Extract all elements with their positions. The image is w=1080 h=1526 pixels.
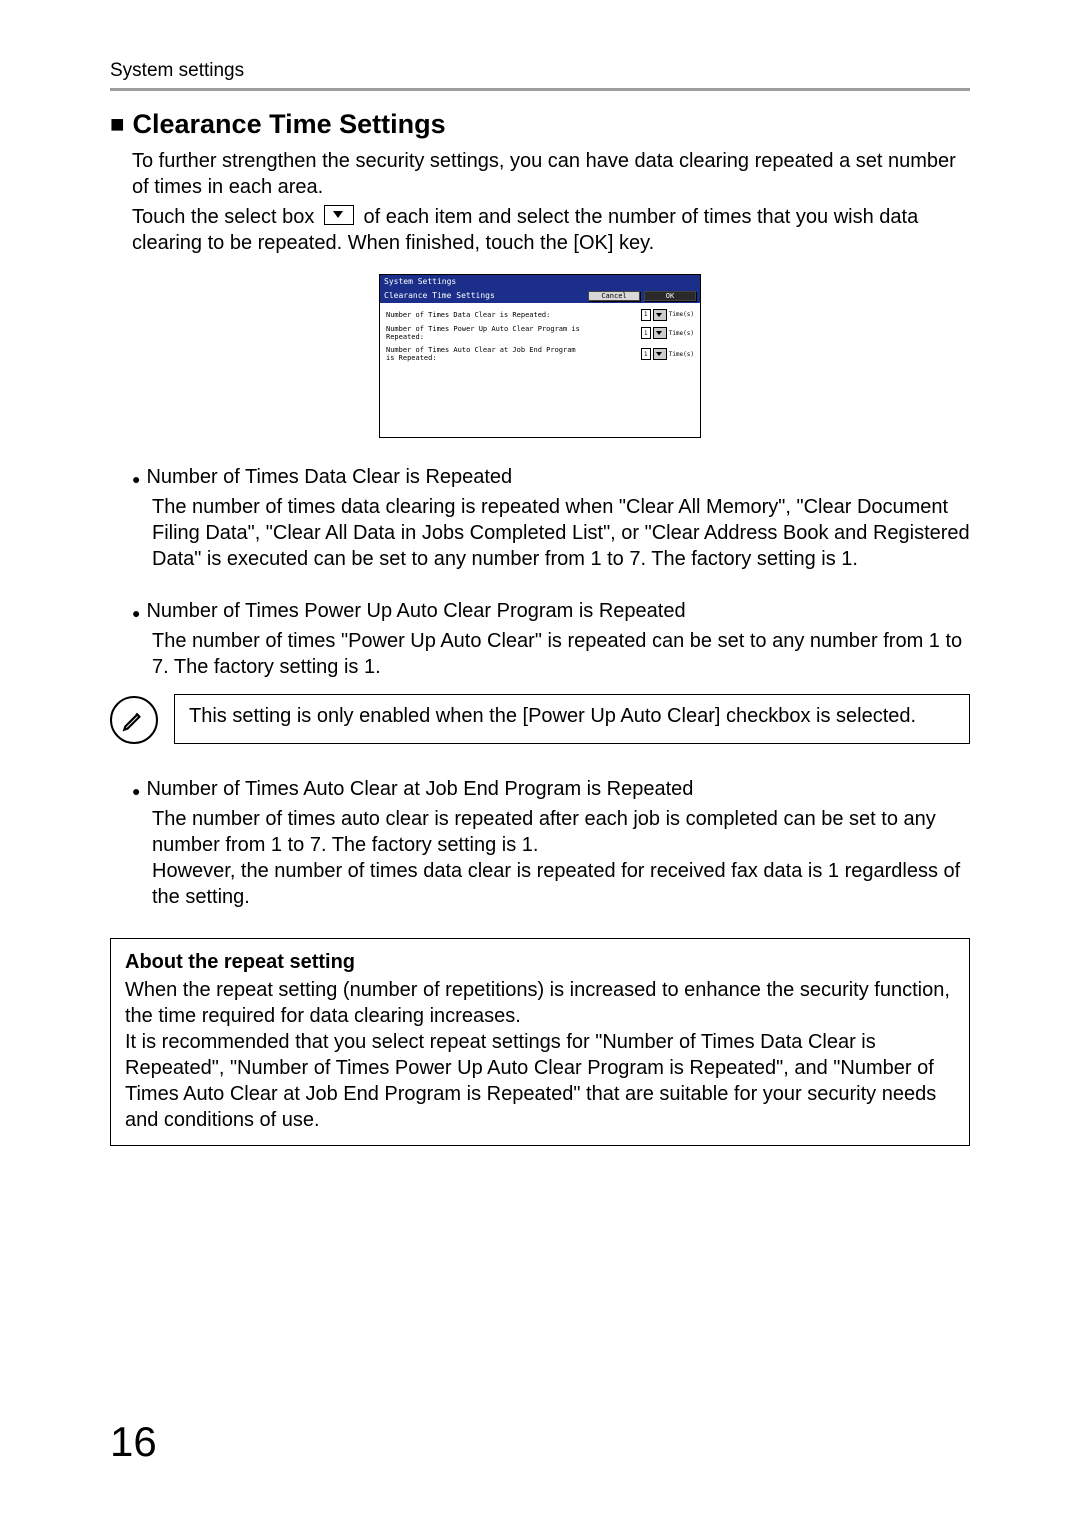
screenshot-row: Number of Times Auto Clear at Job End Pr… <box>386 346 694 363</box>
screenshot-row-value: 1 <box>641 309 651 321</box>
bullet-item: ● Number of Times Data Clear is Repeated… <box>110 466 970 572</box>
bullet-icon: ● <box>132 466 140 492</box>
bullet-item: ● Number of Times Power Up Auto Clear Pr… <box>110 600 970 680</box>
page-number: 16 <box>110 1418 157 1466</box>
about-box: About the repeat setting When the repeat… <box>110 938 970 1146</box>
about-paragraph-2: It is recommended that you select repeat… <box>125 1029 955 1133</box>
note-text: This setting is only enabled when the [P… <box>174 694 970 744</box>
intro-p2-a: Touch the select box <box>132 206 314 228</box>
intro-paragraph-1: To further strengthen the security setti… <box>110 148 970 200</box>
chevron-down-icon[interactable] <box>653 309 667 321</box>
pencil-note-icon <box>110 696 158 744</box>
section-heading: ■ Clearance Time Settings <box>110 109 970 140</box>
screenshot-row-unit: Time(s) <box>669 330 694 337</box>
ok-button[interactable]: OK <box>644 291 696 301</box>
running-header: System settings <box>110 60 970 82</box>
header-rule <box>110 88 970 91</box>
screenshot-row-unit: Time(s) <box>669 311 694 318</box>
intro-paragraph-2: Touch the select box of each item and se… <box>110 204 970 256</box>
screenshot-panel-title: Clearance Time Settings <box>384 291 588 301</box>
screenshot-row-label: Number of Times Data Clear is Repeated: <box>386 311 550 319</box>
screenshot-row-unit: Time(s) <box>669 351 694 358</box>
bullet-title: Number of Times Auto Clear at Job End Pr… <box>146 778 693 804</box>
about-paragraph-1: When the repeat setting (number of repet… <box>125 977 955 1029</box>
screenshot-row-value: 1 <box>641 348 651 360</box>
bullet-body: The number of times "Power Up Auto Clear… <box>132 628 970 680</box>
bullet-item: ● Number of Times Auto Clear at Job End … <box>110 778 970 910</box>
bullet-icon: ● <box>132 600 140 626</box>
about-title: About the repeat setting <box>125 949 955 975</box>
screenshot-row-label: Number of Times Power Up Auto Clear Prog… <box>386 325 581 342</box>
section-heading-text: Clearance Time Settings <box>133 109 446 140</box>
bullet-title: Number of Times Data Clear is Repeated <box>146 466 512 492</box>
screenshot-window-title: System Settings <box>380 275 700 289</box>
screenshot-row: Number of Times Power Up Auto Clear Prog… <box>386 325 694 342</box>
screenshot-row-label: Number of Times Auto Clear at Job End Pr… <box>386 346 581 363</box>
bullet-body: The number of times data clearing is rep… <box>132 494 970 572</box>
device-screenshot: System Settings Clearance Time Settings … <box>379 274 701 438</box>
bullet-body: The number of times auto clear is repeat… <box>132 806 970 910</box>
dropdown-icon <box>324 205 354 225</box>
square-bullet-icon: ■ <box>110 113 125 137</box>
note-callout: This setting is only enabled when the [P… <box>110 694 970 744</box>
cancel-button[interactable]: Cancel <box>588 291 640 301</box>
chevron-down-icon[interactable] <box>653 327 667 339</box>
bullet-icon: ● <box>132 778 140 804</box>
chevron-down-icon[interactable] <box>653 348 667 360</box>
screenshot-row-value: 1 <box>641 327 651 339</box>
screenshot-row: Number of Times Data Clear is Repeated: … <box>386 309 694 321</box>
bullet-title: Number of Times Power Up Auto Clear Prog… <box>146 600 685 626</box>
